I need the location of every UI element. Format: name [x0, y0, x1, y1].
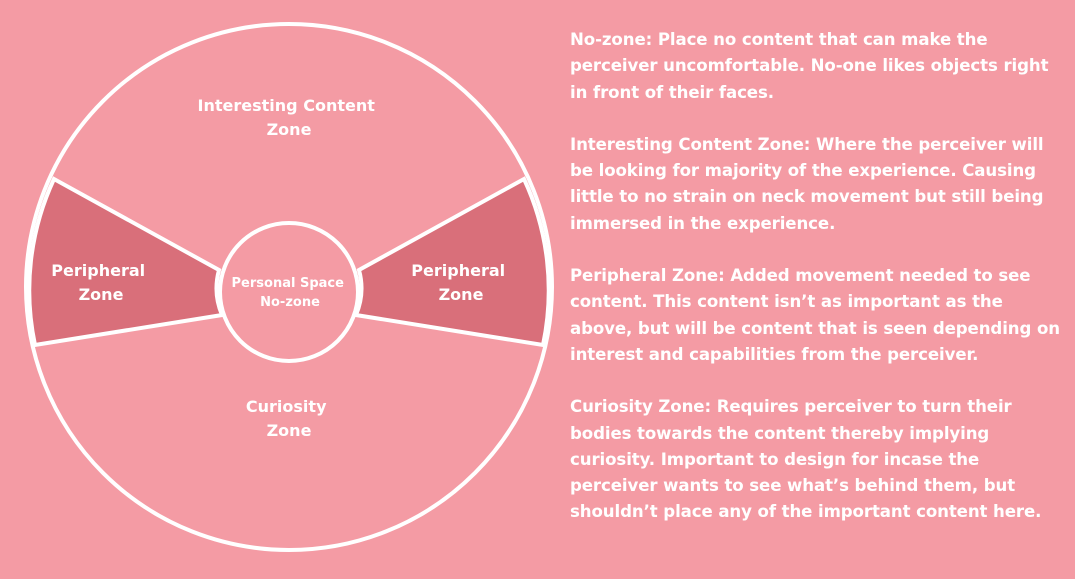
description-title: No-zone: — [570, 30, 653, 49]
curiosity-zone-label: Curiosity Zone — [246, 397, 332, 440]
zone-descriptions: No-zone: Place no content that can make … — [570, 27, 1060, 552]
peripheral-zone-description: Peripheral Zone: Added movement needed t… — [570, 263, 1060, 368]
interesting-zone-label: Interesting Content Zone — [198, 96, 381, 139]
personal-space-circle — [218, 221, 360, 363]
description-title: Interesting Content Zone: — [570, 134, 811, 154]
no-zone-description: No-zone: Place no content that can make … — [570, 27, 1060, 106]
curiosity-zone-description: Curiosity Zone: Requires perceiver to tu… — [570, 394, 1060, 525]
description-title: Peripheral Zone: — [570, 266, 725, 286]
slide-background: Interesting Content Zone Peripheral Zone… — [0, 0, 1075, 579]
zone-diagram: Interesting Content Zone Peripheral Zone… — [24, 22, 554, 552]
description-title: Curiosity Zone: — [570, 397, 711, 417]
interesting-zone-description: Interesting Content Zone: Where the perc… — [570, 132, 1060, 237]
